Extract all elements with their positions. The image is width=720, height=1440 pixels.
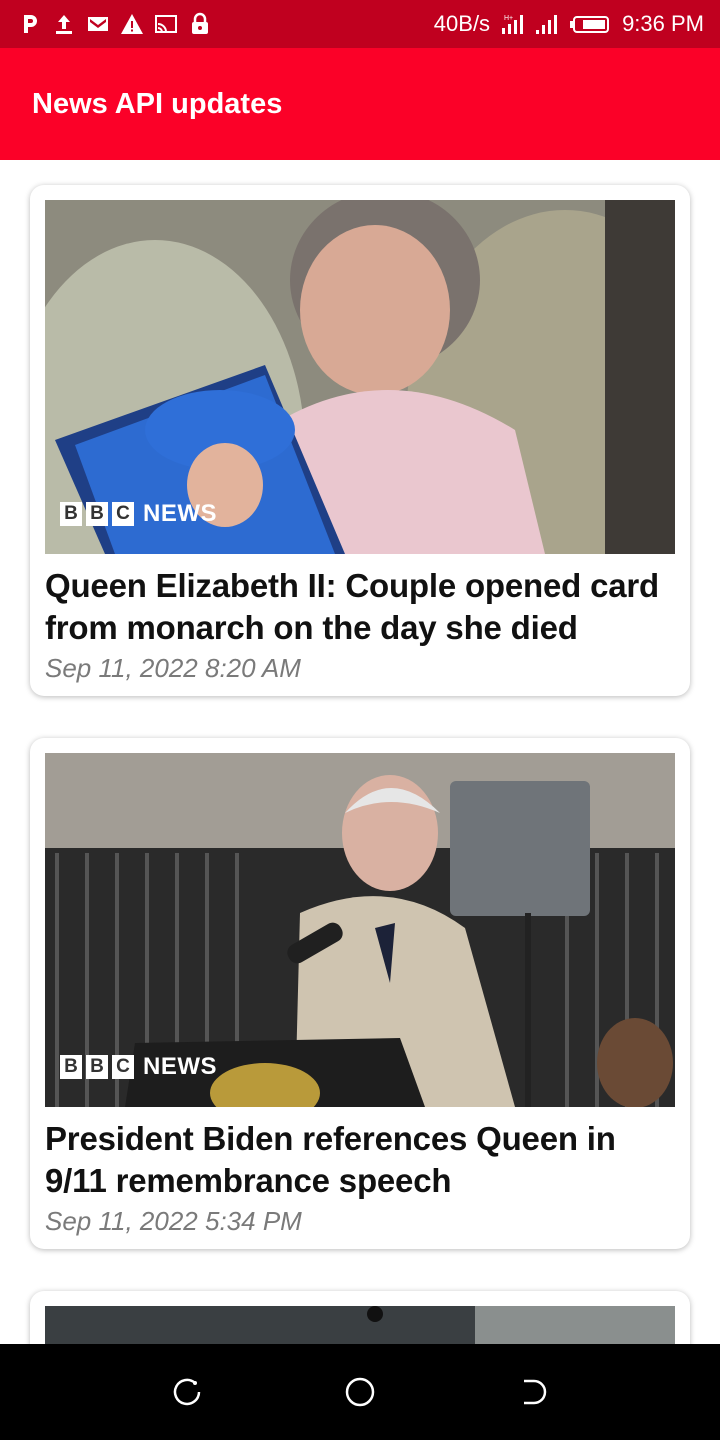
recent-apps-icon[interactable] [167, 1372, 207, 1412]
back-icon[interactable] [513, 1372, 553, 1412]
news-card-partial[interactable] [30, 1291, 690, 1344]
app-title: News API updates [32, 87, 283, 120]
signal-4g-icon: H+ [500, 12, 524, 36]
news-card[interactable]: B B C NEWS President Biden references Qu… [30, 738, 690, 1249]
article-title[interactable]: Queen Elizabeth II: Couple opened card f… [45, 565, 675, 649]
network-speed: 40B/s [433, 11, 491, 36]
cast-icon [154, 12, 178, 36]
article-image[interactable] [45, 1306, 675, 1344]
status-bar: 40B/s H+ 9:36 PM [0, 0, 720, 48]
home-icon[interactable] [340, 1372, 380, 1412]
bbc-news-logo: B B C NEWS [60, 1053, 217, 1081]
pinterest-icon [18, 12, 42, 36]
lock-icon [188, 12, 212, 36]
article-title[interactable]: President Biden references Queen in 9/11… [45, 1118, 675, 1202]
upload-icon [52, 12, 76, 36]
article-date: Sep 11, 2022 8:20 AM [45, 653, 301, 683]
bbc-news-logo: B B C NEWS [60, 500, 217, 528]
warning-icon [120, 12, 144, 36]
navigation-bar [0, 1344, 720, 1440]
status-right: 40B/s H+ 9:36 PM [434, 11, 704, 37]
status-left-icons [18, 12, 212, 36]
article-image[interactable]: B B C NEWS [45, 200, 675, 554]
signal-icon [534, 12, 558, 36]
battery-icon [568, 12, 612, 36]
news-feed[interactable]: B B C NEWS Queen Elizabeth II: Couple op… [0, 160, 720, 1344]
app-bar: News API updates [0, 48, 720, 160]
clock: 9:36 PM [622, 11, 704, 36]
mail-icon [86, 12, 110, 36]
article-date: Sep 11, 2022 5:34 PM [45, 1206, 302, 1236]
article-image[interactable]: B B C NEWS [45, 753, 675, 1107]
svg-text:H+: H+ [504, 15, 513, 22]
news-card[interactable]: B B C NEWS Queen Elizabeth II: Couple op… [30, 185, 690, 696]
article-photo [45, 1306, 675, 1344]
